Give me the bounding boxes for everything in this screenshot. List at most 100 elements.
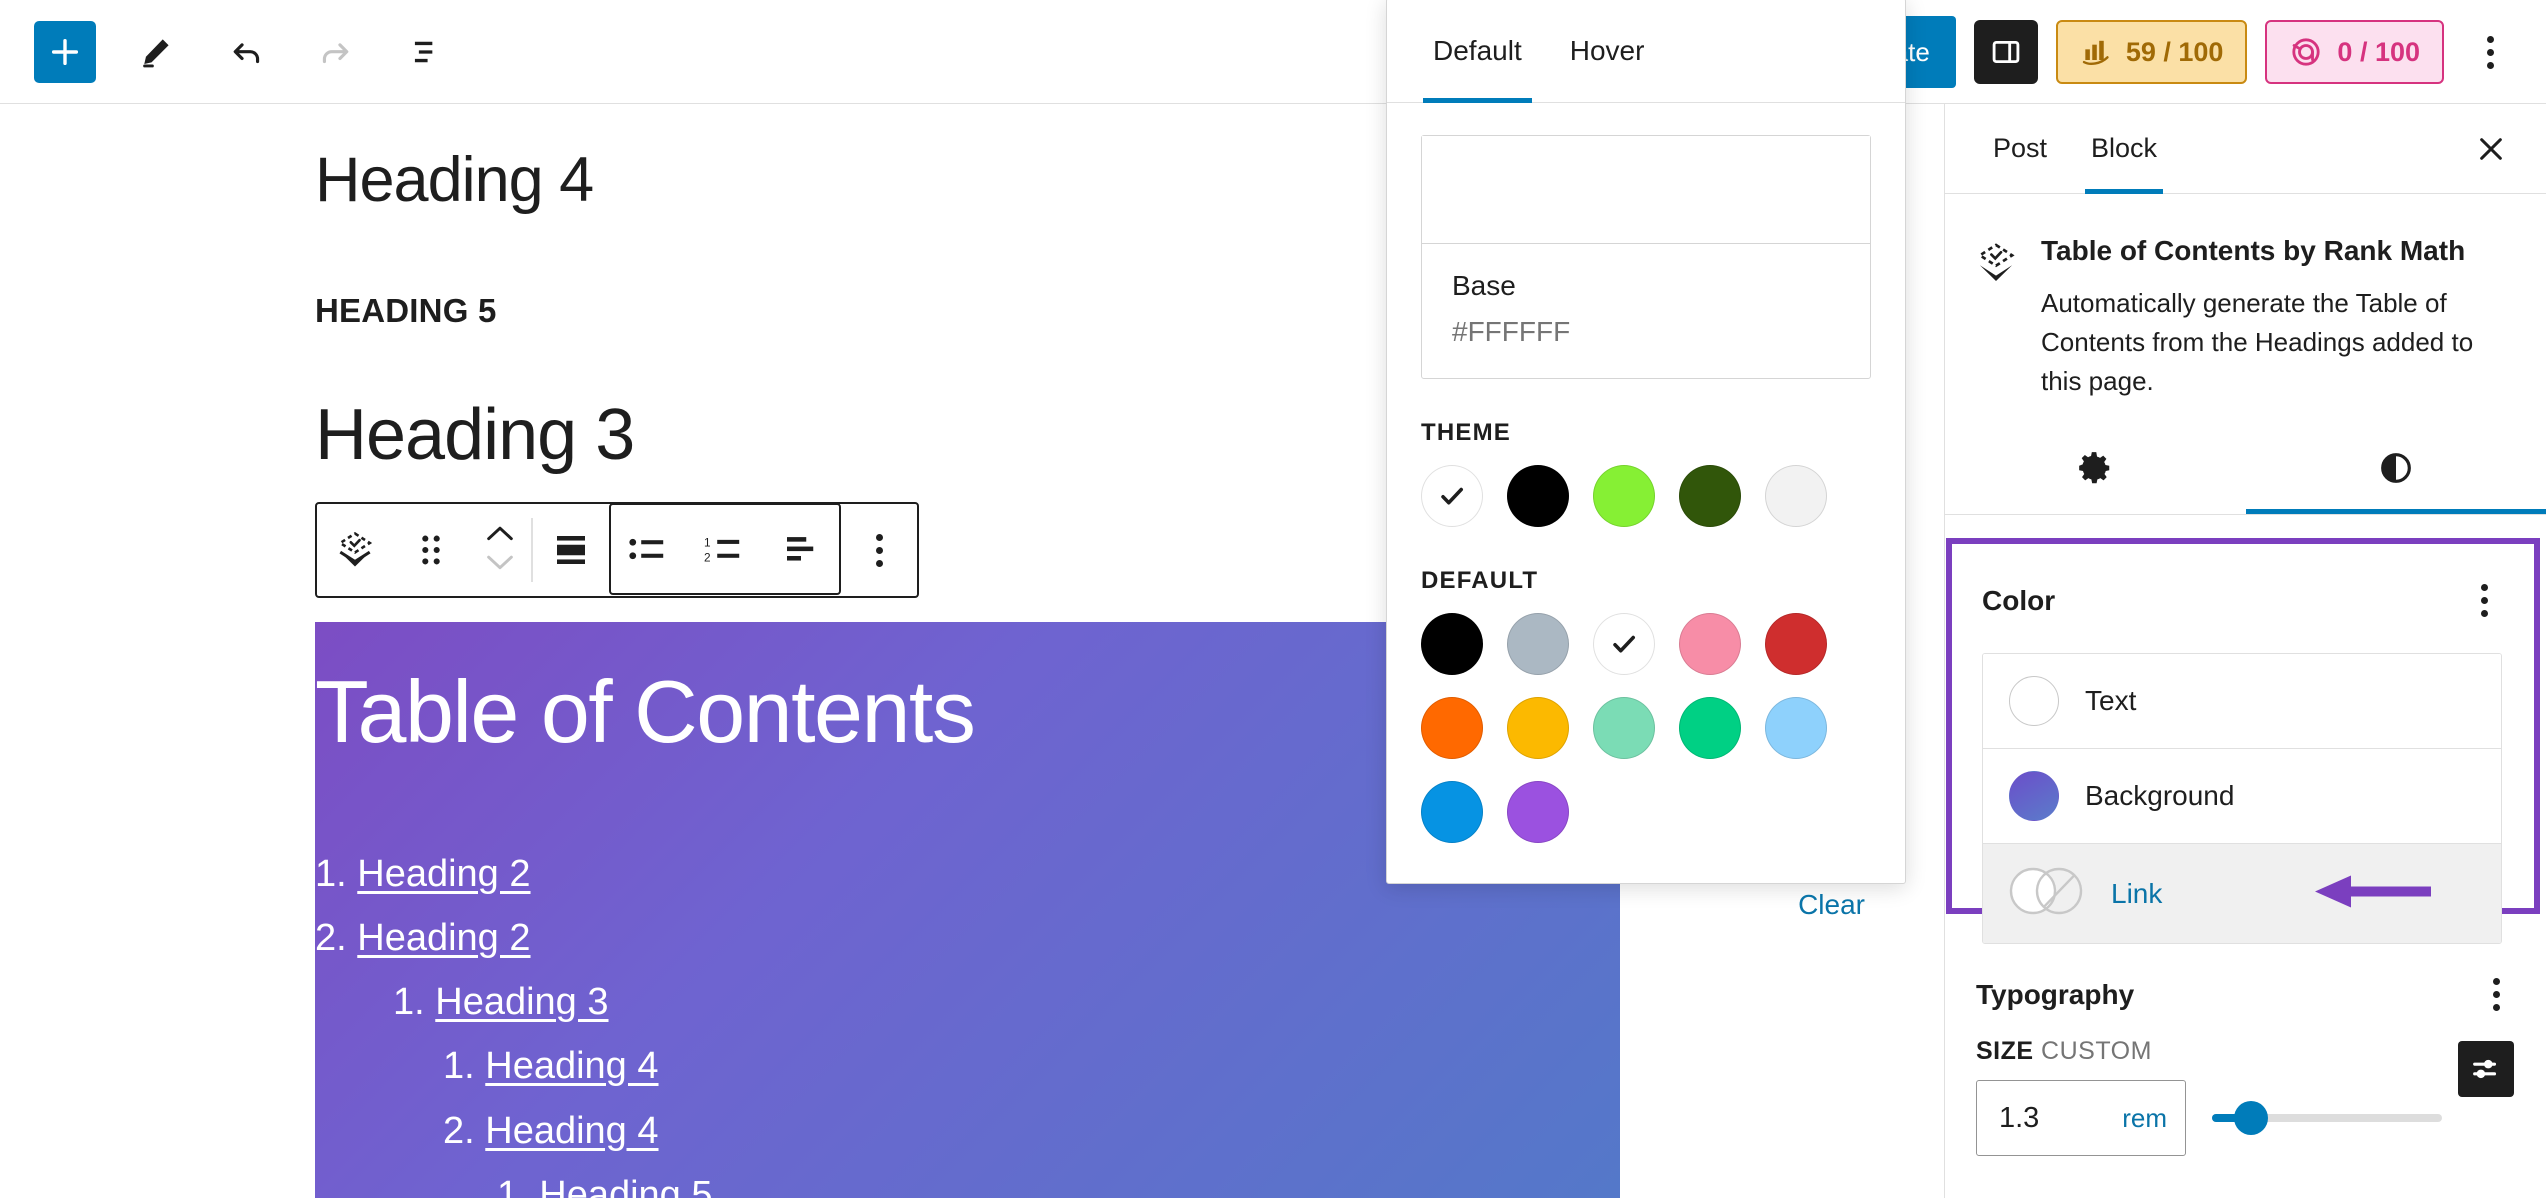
popover-tabs: Default Hover — [1387, 0, 1905, 103]
list-view-icon — [414, 41, 433, 62]
color-panel-options-button[interactable] — [2467, 574, 2502, 627]
default-swatch-black[interactable] — [1421, 613, 1483, 675]
default-swatch-vividgreencyan[interactable] — [1679, 697, 1741, 759]
popover-tab-default[interactable]: Default — [1409, 0, 1546, 103]
tab-block[interactable]: Block — [2069, 104, 2179, 194]
gear-icon — [2079, 452, 2110, 484]
default-swatch-cyanbluishgray[interactable] — [1507, 613, 1569, 675]
theme-swatch-offwhite[interactable] — [1765, 465, 1827, 527]
font-size-value: 1.3 — [1999, 1101, 2040, 1134]
color-row-background[interactable]: Background — [1983, 749, 2501, 844]
color-row-label: Link — [2111, 877, 2163, 909]
clear-row: Clear — [1421, 889, 1871, 921]
tab-post[interactable]: Post — [1971, 104, 2069, 194]
toc-item-link[interactable]: Heading 4 — [485, 1110, 658, 1152]
size-label: SIZE — [1976, 1037, 2034, 1065]
tab-settings[interactable] — [1945, 423, 2246, 514]
settings-sidebar-toggle[interactable] — [1973, 20, 2038, 84]
block-info-icon-wrap — [1973, 234, 2019, 401]
align-button[interactable] — [533, 504, 609, 596]
pencil-icon — [143, 38, 169, 67]
default-swatch-palepink[interactable] — [1679, 613, 1741, 675]
typography-tools-button[interactable] — [2458, 1041, 2514, 1097]
color-row-link[interactable]: Link — [1983, 844, 2501, 943]
table-of-contents-block-icon — [1977, 243, 2015, 282]
unordered-list-icon — [629, 538, 664, 560]
slider-thumb[interactable] — [2234, 1101, 2268, 1135]
default-swatch-luminousorange[interactable] — [1421, 697, 1483, 759]
font-size-unit[interactable]: rem — [2122, 1103, 2167, 1134]
list-style-group: 1 2 — [609, 503, 841, 595]
clear-color-button[interactable]: Clear — [1798, 889, 1865, 921]
toc-list: 1. Heading 2 2. Heading 2 1. Heading 3 1… — [315, 854, 1570, 1198]
default-swatch-paleblue[interactable] — [1765, 697, 1827, 759]
toc-item-number: 2. — [443, 1109, 475, 1152]
move-down-button[interactable] — [483, 551, 517, 578]
block-options-button[interactable] — [841, 504, 917, 596]
kebab-dot — [2493, 991, 2500, 998]
block-info-card: Table of Contents by Rank Math Automatic… — [1945, 194, 2546, 423]
content-ai-score-badge[interactable]: 0 / 100 — [2265, 20, 2444, 84]
seo-score-value: 59 / 100 — [2125, 36, 2224, 67]
svg-text:2: 2 — [704, 551, 711, 565]
redo-button[interactable] — [306, 22, 366, 82]
drag-handle-button[interactable] — [393, 504, 469, 596]
toc-item-link[interactable]: Heading 2 — [357, 853, 530, 895]
toc-title[interactable]: Table of Contents — [315, 665, 1570, 758]
color-row-label: Background — [2085, 780, 2235, 811]
default-swatch-vividred[interactable] — [1765, 613, 1827, 675]
theme-swatch-lime[interactable] — [1593, 465, 1655, 527]
typography-panel-header: Typography — [1976, 968, 2514, 1021]
close-sidebar-button[interactable] — [2468, 126, 2514, 172]
toc-item-link[interactable]: Heading 4 — [485, 1045, 658, 1087]
color-option-list: Text Background Link — [1982, 653, 2502, 944]
kebab-dot — [2486, 35, 2494, 43]
theme-swatch-white[interactable] — [1421, 465, 1483, 527]
seo-score-badge[interactable]: 59 / 100 — [2055, 20, 2248, 84]
ordered-list-button[interactable]: 1 2 — [687, 503, 763, 595]
typography-panel-inner: Typography SIZE CUSTOM 1.3 rem — [1946, 938, 2546, 1182]
editor-more-menu-button[interactable] — [2462, 20, 2518, 84]
undo-button[interactable] — [216, 22, 276, 82]
sidebar-icon-tabs — [1945, 423, 2546, 515]
toc-item-link[interactable]: Heading 5 — [539, 1174, 712, 1198]
base-color-card[interactable]: Base #FFFFFF — [1421, 135, 1871, 379]
theme-swatch-black[interactable] — [1507, 465, 1569, 527]
typography-panel-title: Typography — [1976, 978, 2135, 1010]
block-toolbar-group-align — [533, 504, 609, 596]
default-swatch-white[interactable] — [1593, 613, 1655, 675]
block-toolbar: 1 2 — [315, 502, 919, 598]
move-up-button[interactable] — [483, 522, 517, 549]
toc-item-link[interactable]: Heading 2 — [357, 917, 530, 959]
default-swatch-luminousamber[interactable] — [1507, 697, 1569, 759]
typography-panel-options-button[interactable] — [2479, 968, 2514, 1021]
popover-tab-hover[interactable]: Hover — [1546, 0, 1669, 103]
default-swatch-lightgreencyan[interactable] — [1593, 697, 1655, 759]
tab-styles[interactable] — [2245, 423, 2546, 514]
default-swatch-vividcyanblue[interactable] — [1421, 781, 1483, 843]
link-color-swatch — [2009, 866, 2085, 921]
unordered-list-button[interactable] — [611, 503, 687, 595]
add-block-button[interactable] — [34, 20, 96, 83]
typography-panel: Typography SIZE CUSTOM 1.3 rem — [1946, 938, 2546, 1182]
font-size-slider[interactable] — [2212, 1080, 2442, 1156]
toc-item-link[interactable]: Heading 3 — [435, 981, 608, 1023]
align-text-button[interactable] — [763, 503, 839, 595]
top-bar-right-tools: Update 59 / 100 — [1845, 0, 2546, 104]
default-swatch-vividpurple[interactable] — [1507, 781, 1569, 843]
font-size-input[interactable]: 1.3 rem — [1976, 1080, 2186, 1156]
list-view-button[interactable] — [396, 22, 456, 82]
drag-handle-icon — [422, 535, 440, 565]
theme-swatch-darkgreen[interactable] — [1679, 465, 1741, 527]
sidebar-panel-icon — [1992, 40, 2020, 64]
color-row-text[interactable]: Text — [1983, 654, 2501, 749]
table-of-contents-block-icon — [337, 531, 373, 567]
tools-pencil-button[interactable] — [126, 22, 186, 82]
check-icon — [1613, 635, 1635, 653]
left-arrow-annotation-icon — [2315, 875, 2431, 907]
color-picker-popover: Default Hover Base #FFFFFF THEME DEFAULT… — [1386, 0, 1906, 920]
block-type-button[interactable] — [317, 504, 393, 596]
redo-icon — [322, 42, 349, 63]
toc-list-item: 1. Heading 4 — [443, 1046, 1570, 1087]
color-panel-inner: Color Text Background Link — [1952, 544, 2534, 970]
